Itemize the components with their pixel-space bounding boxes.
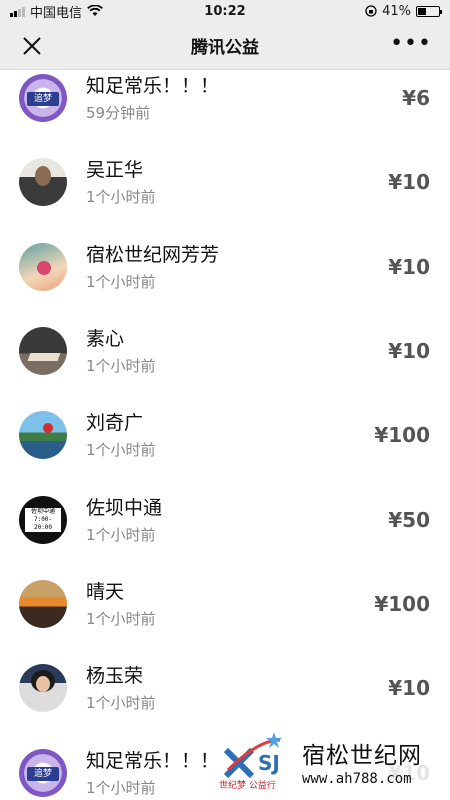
donation-row[interactable]: 杨玉荣 1个小时前 ¥10 [0, 646, 450, 730]
close-icon[interactable] [18, 32, 46, 60]
donation-amount: ¥10 [388, 339, 430, 364]
avatar[interactable] [19, 579, 67, 628]
watermark-url: www.ah788.com [302, 771, 412, 787]
watermark: SJ 世纪梦 公益行 宿松世纪网 www.ah788.com [216, 728, 450, 800]
avatar-book [27, 353, 61, 362]
avatar[interactable] [19, 242, 67, 291]
donation-row[interactable]: 佐坝中通 7:00-20:00 佐坝中通 1个小时前 ¥50 [0, 477, 450, 561]
donation-row[interactable]: 吴正华 1个小时前 ¥10 [0, 140, 450, 224]
watermark-logo-text: 世纪梦 公益行 [219, 781, 276, 791]
donation-time: 59分钟前 [86, 104, 151, 123]
page-title: 腾讯公益 [191, 38, 259, 58]
donation-row[interactable]: 素心 1个小时前 ¥10 [0, 309, 450, 393]
donation-amount: ¥50 [388, 507, 430, 532]
avatar-sign: 佐坝中通 7:00-20:00 [25, 507, 61, 532]
avatar-face [35, 166, 51, 187]
donation-row[interactable]: 宿松世纪网芳芳 1个小时前 ¥10 [0, 225, 450, 309]
donation-amount: ¥100 [374, 591, 430, 616]
avatar[interactable]: 追梦 [19, 748, 67, 797]
status-left: 中国电信 [10, 2, 103, 21]
battery-percent: 41% [382, 3, 411, 19]
avatar-flower [43, 423, 53, 434]
nav-bar: 腾讯公益 ••• [0, 22, 450, 70]
donation-list[interactable]: 追梦 知足常乐！！！ 59分钟前 ¥6 吴正华 1个小时前 ¥10 宿松世纪网芳芳 1个小时前 ¥… [0, 70, 450, 800]
donation-list-inner: 追梦 知足常乐！！！ 59分钟前 ¥6 吴正华 1个小时前 ¥10 宿松世纪网芳芳 1个小时前 ¥… [0, 70, 450, 800]
rotation-lock-icon [365, 5, 377, 17]
avatar-sign-line: 佐坝中通 [30, 507, 55, 515]
donation-amount: ¥10 [388, 676, 430, 701]
donation-row[interactable]: 追梦 知足常乐！！！ 59分钟前 ¥6 [0, 70, 450, 140]
signal-icon [10, 6, 25, 17]
avatar[interactable]: 追梦 [19, 74, 67, 123]
wifi-icon [87, 5, 103, 16]
avatar-badge: 追梦 [27, 92, 59, 107]
donation-row[interactable]: 刘奇广 1个小时前 ¥100 [0, 393, 450, 477]
avatar[interactable] [19, 411, 67, 460]
avatar-sign-line: 7:00-20:00 [33, 515, 53, 531]
donor-name: 知足常乐！！！ [86, 75, 220, 98]
avatar[interactable] [19, 158, 67, 207]
avatar-badge: 追梦 [27, 766, 59, 781]
svg-text:SJ: SJ [258, 751, 280, 775]
status-right: 41% [365, 3, 442, 19]
donation-amount: ¥6 [402, 86, 430, 111]
donation-amount: ¥100 [374, 423, 430, 448]
donor-info: 知足常乐！！！ 59分钟前 [86, 74, 450, 122]
watermark-title: 宿松世纪网 [302, 743, 422, 769]
avatar[interactable] [19, 664, 67, 713]
donation-row[interactable]: 晴天 1个小时前 ¥100 [0, 562, 450, 646]
battery-fill [418, 7, 427, 15]
avatar-flower [37, 260, 51, 275]
donation-amount: ¥10 [388, 170, 430, 195]
avatar[interactable]: 佐坝中通 7:00-20:00 [19, 495, 67, 544]
avatar[interactable] [19, 327, 67, 376]
more-icon[interactable]: ••• [390, 33, 432, 55]
carrier-label: 中国电信 [30, 5, 83, 21]
donation-amount: ¥10 [388, 254, 430, 279]
status-bar: 中国电信 10:22 41% [0, 0, 450, 22]
battery-icon [416, 5, 442, 17]
